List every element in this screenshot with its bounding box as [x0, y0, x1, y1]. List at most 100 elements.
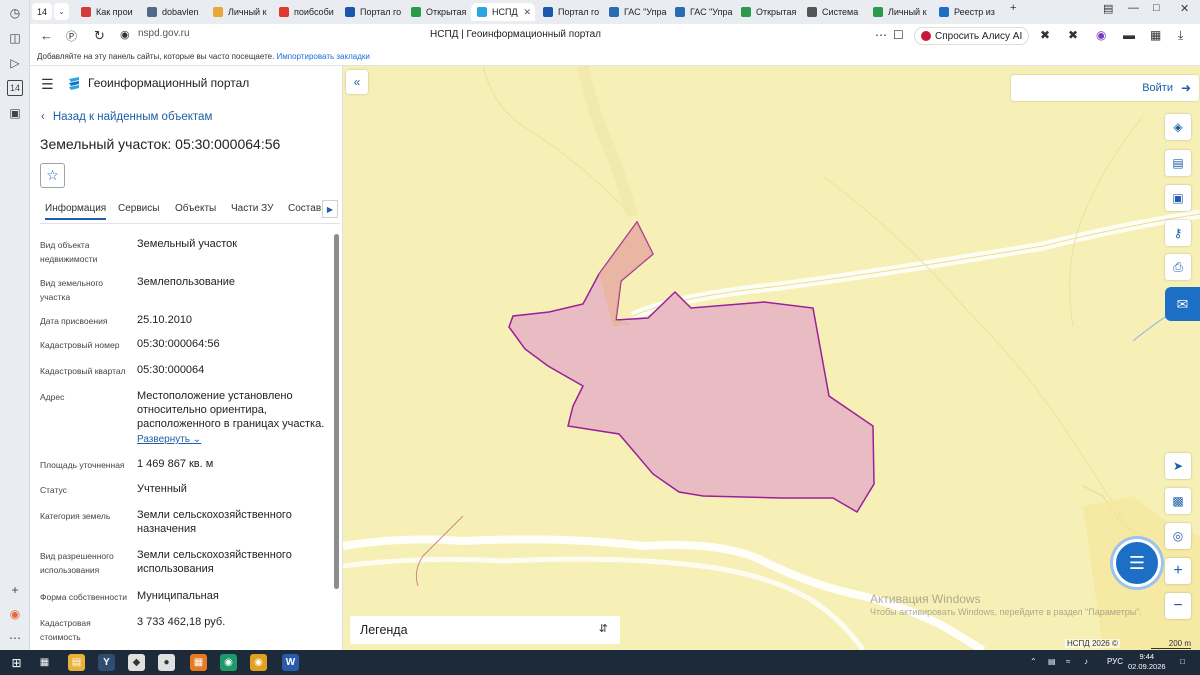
ruler-icon[interactable]: ▤	[1165, 150, 1191, 176]
app-icon[interactable]: ●	[158, 654, 175, 671]
bookmark-icon[interactable]: ☐	[893, 28, 904, 42]
navigate-icon[interactable]: ➤	[1165, 453, 1191, 479]
tray-arrow-icon[interactable]: ⌃	[1030, 657, 1037, 666]
app-icon[interactable]: ◆	[128, 654, 145, 671]
play-icon[interactable]: ▷	[7, 55, 23, 71]
field-label: Форма собственности	[40, 592, 127, 602]
field-value: 25.10.2010	[137, 314, 193, 326]
extension-icon[interactable]: ◉	[1096, 28, 1106, 42]
browser-tab[interactable]: НСПД ✕	[471, 3, 535, 21]
url-field[interactable]: nspd.gov.ru	[138, 28, 190, 39]
legend-dropdown[interactable]: Легенда ⇵	[350, 616, 620, 644]
tab-composition[interactable]: Состав	[288, 203, 321, 214]
browser-tab[interactable]: Личный к	[207, 3, 271, 21]
expand-address-link[interactable]: Развернуть ⌄	[137, 434, 201, 445]
hamburger-menu-icon[interactable]: ☰	[41, 76, 54, 93]
browser-tab[interactable]: Портал го	[537, 3, 601, 21]
tab-favicon-icon	[213, 7, 223, 17]
browser-tab[interactable]: Открытая	[405, 3, 469, 21]
tabs-overview-icon[interactable]: ▤	[1103, 2, 1113, 15]
minimap-icon[interactable]: ▩	[1165, 488, 1191, 514]
share-icon[interactable]: ⚷	[1165, 220, 1191, 246]
chat-bubble-icon[interactable]: ☰	[1113, 539, 1161, 587]
browser-tab[interactable]: Открытая	[735, 3, 799, 21]
windows-start-icon[interactable]: ⊞	[8, 654, 25, 671]
yandex-browser-icon[interactable]: Y	[98, 654, 115, 671]
zoom-out-icon[interactable]: −	[1165, 593, 1191, 619]
browser-tab[interactable]: ГАС "Упра	[669, 3, 733, 21]
zoom-in-icon[interactable]: +	[1165, 558, 1191, 584]
panel-scrollbar-thumb[interactable]	[334, 234, 339, 589]
yandex-icon[interactable]: Ⓟ	[66, 28, 77, 44]
download-icon[interactable]: ⤓	[1178, 28, 1183, 43]
tabs-next-arrow-icon[interactable]: ▶	[322, 200, 338, 218]
extension-icon[interactable]: ✖	[1068, 28, 1078, 42]
site-info-icon[interactable]: ◉	[120, 28, 130, 41]
alice-icon[interactable]: ◉	[7, 606, 23, 622]
extension-icon[interactable]: ▦	[1150, 28, 1161, 42]
bookmarks-bar: Добавляйте на эту панель сайты, которые …	[30, 48, 1200, 66]
browser-tab[interactable]: Система	[801, 3, 865, 21]
geolocation-icon[interactable]: ◎	[1165, 523, 1191, 549]
network-icon[interactable]: ▤	[1048, 657, 1056, 666]
field-label: Вид объекта недвижимости	[40, 240, 98, 264]
screenshot-icon[interactable]: ▣	[7, 105, 23, 121]
more-icon[interactable]: ⋯	[7, 630, 23, 646]
collections-icon[interactable]: ◫	[7, 30, 23, 46]
layers-icon[interactable]: ◈	[1165, 114, 1191, 140]
clock[interactable]: 9:44 02.09.2026	[1128, 652, 1166, 672]
maximize-icon[interactable]: □	[1153, 2, 1160, 14]
browser-tab[interactable]: Личный к	[867, 3, 931, 21]
extension-icon[interactable]: ▬	[1123, 28, 1135, 42]
map-canvas[interactable]	[343, 66, 1200, 650]
file-explorer-icon[interactable]: ▤	[68, 654, 85, 671]
assistant-icon[interactable]: ✉	[1165, 287, 1200, 321]
edge-browser-icon[interactable]: ◉	[220, 654, 237, 671]
browser-tab[interactable]: ГАС "Упра	[603, 3, 667, 21]
browser-tab[interactable]: Реестр из	[933, 3, 997, 21]
map-view[interactable]: « Войти ➜ ◈ ▤ ▣ ⚷ ⎙ ✉ ➤ ▩ ◎ + − ☰ Легенд…	[343, 66, 1200, 650]
back-link-label: Назад к найденным объектам	[52, 111, 213, 123]
notifications-icon[interactable]: □	[1180, 657, 1185, 666]
select-area-icon[interactable]: ▣	[1165, 185, 1191, 211]
tab-count-button[interactable]: 14	[32, 3, 52, 20]
alice-button[interactable]: Спросить Алису AI	[914, 27, 1030, 45]
browser-tab[interactable]: поибсоби	[273, 3, 337, 21]
calendar-icon[interactable]: 14	[7, 80, 23, 96]
extension-icon[interactable]: ✖	[1040, 28, 1050, 42]
browser-tab[interactable]: Портал го	[339, 3, 403, 21]
print-icon[interactable]: ⎙	[1165, 254, 1191, 280]
language-indicator[interactable]: РУС	[1107, 657, 1123, 666]
tab-parts[interactable]: Части ЗУ	[231, 203, 273, 214]
browser-tab[interactable]: Как прои	[75, 3, 139, 21]
task-view-icon[interactable]: ▦	[36, 654, 53, 671]
tab-information[interactable]: Информация	[45, 203, 107, 220]
import-bookmarks-link[interactable]: Импортировать закладки	[277, 52, 370, 61]
wifi-icon[interactable]: ≈	[1066, 657, 1070, 666]
tab-services[interactable]: Сервисы	[118, 203, 159, 214]
reload-icon[interactable]: ↻	[94, 28, 105, 44]
word-icon[interactable]: W	[282, 654, 299, 671]
tab-label: Система	[822, 7, 859, 17]
tab-label: Как прои	[96, 7, 133, 17]
windows-watermark-text: Чтобы активировать Windows, перейдите в …	[870, 607, 1142, 617]
close-tab-icon[interactable]: ✕	[523, 7, 531, 18]
close-window-icon[interactable]: ✕	[1180, 2, 1189, 15]
tab-add-icon[interactable]: +	[1010, 2, 1016, 14]
volume-icon[interactable]: ♪	[1084, 657, 1088, 666]
back-to-results-link[interactable]: ‹ Назад к найденным объектам	[41, 111, 212, 123]
browser-tab[interactable]: dobavlen	[141, 3, 205, 21]
back-arrow-icon[interactable]: ←	[40, 28, 53, 43]
favorite-star-icon[interactable]: ☆	[40, 163, 65, 188]
collapse-panel-icon[interactable]: «	[346, 70, 368, 94]
history-icon[interactable]: ◷	[7, 5, 23, 21]
address-bar: ← Ⓟ ↻ ◉ nspd.gov.ru НСПД | Геоинформацио…	[30, 24, 1200, 48]
add-icon[interactable]: +	[7, 582, 23, 598]
login-button[interactable]: Войти ➜	[1011, 75, 1199, 101]
tab-list-chevron-icon[interactable]: ⌄	[54, 3, 69, 20]
chrome-browser-icon[interactable]: ◉	[250, 654, 267, 671]
tab-objects[interactable]: Объекты	[175, 203, 216, 214]
minimize-icon[interactable]: —	[1128, 2, 1139, 14]
app-icon[interactable]: ▦	[190, 654, 207, 671]
more-options-icon[interactable]: ⋯	[875, 28, 887, 42]
